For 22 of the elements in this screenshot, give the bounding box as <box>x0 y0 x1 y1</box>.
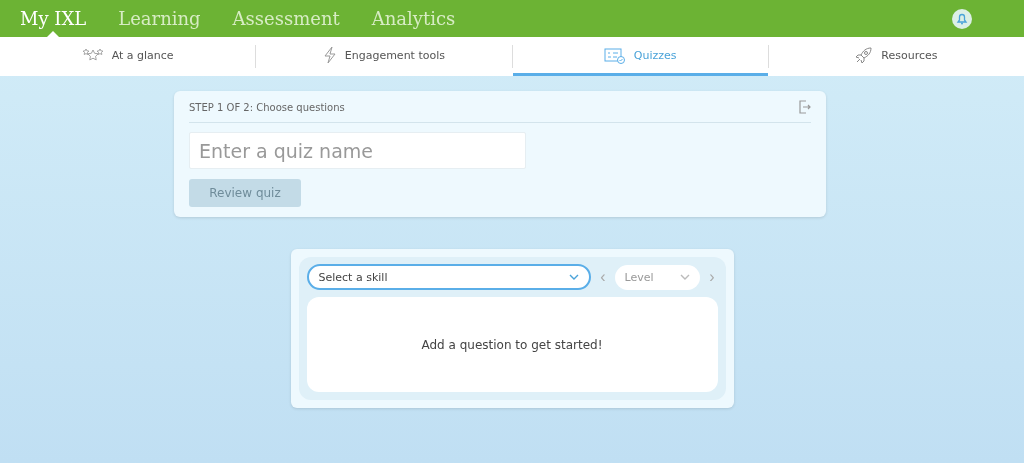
section-tab[interactable]: Quizzes <box>512 37 768 76</box>
nav-tab[interactable]: Learning <box>118 0 201 37</box>
empty-message: Add a question to get started! <box>421 337 603 352</box>
lightning-icon <box>322 46 337 64</box>
next-button[interactable]: › <box>706 268 718 286</box>
nav-tab[interactable]: Analytics <box>371 0 456 37</box>
step-label: STEP 1 OF 2: Choose questions <box>189 101 345 113</box>
stars-icon <box>81 47 104 63</box>
quiz-name-field[interactable]: Enter a quiz name <box>189 132 526 169</box>
section-tab[interactable]: At a glance <box>0 37 256 76</box>
bell-icon[interactable] <box>952 8 972 29</box>
exit-icon[interactable] <box>799 100 811 114</box>
previous-button[interactable]: ‹ <box>597 268 609 286</box>
skill-dropdown[interactable]: Select a skill <box>306 264 592 290</box>
section-tab[interactable]: Engagement tools <box>256 37 512 76</box>
level-dropdown[interactable]: Level <box>614 264 701 290</box>
rocket-icon <box>855 46 874 64</box>
chevron-down-icon <box>569 274 580 280</box>
section-tab[interactable]: Resources <box>768 37 1024 76</box>
quiz-icon <box>603 46 626 64</box>
chevron-down-icon <box>680 274 691 280</box>
nav-tab[interactable]: Assessment <box>232 0 340 37</box>
